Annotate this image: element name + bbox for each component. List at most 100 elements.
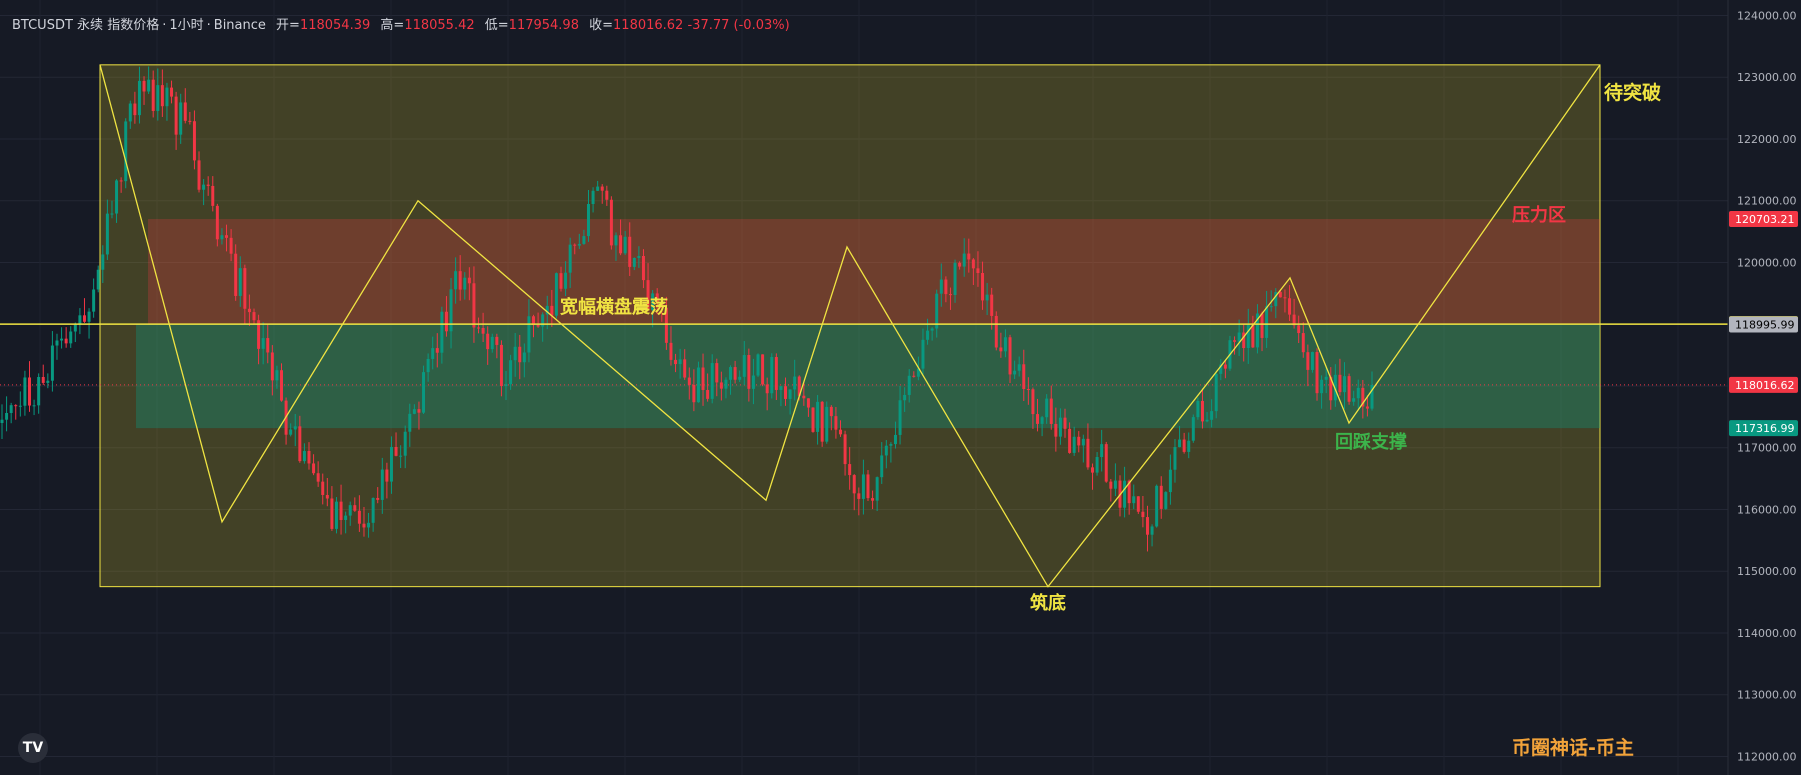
candle-body bbox=[1347, 376, 1351, 402]
candle-body bbox=[994, 315, 998, 348]
candle-body bbox=[174, 96, 178, 135]
candle-body bbox=[985, 294, 989, 301]
candle-body bbox=[678, 359, 682, 365]
candle-body bbox=[431, 348, 435, 359]
candle-body bbox=[499, 344, 503, 387]
candle-body bbox=[770, 357, 774, 394]
candle-body bbox=[321, 481, 325, 495]
contract-label: 永续 bbox=[77, 18, 104, 33]
candle-body bbox=[1343, 376, 1346, 393]
change-percent: (-0.03%) bbox=[733, 18, 790, 33]
candle-body bbox=[23, 377, 27, 406]
candle-body bbox=[1068, 428, 1072, 453]
candle-body bbox=[376, 497, 380, 500]
candle-body bbox=[261, 338, 265, 349]
candle-body bbox=[806, 398, 810, 408]
candle-body bbox=[165, 87, 169, 107]
price-axis-tick-label: 115000.00 bbox=[1737, 565, 1797, 578]
candle-body bbox=[898, 400, 902, 435]
candle-body bbox=[1269, 306, 1273, 308]
candle-body bbox=[133, 103, 137, 116]
high-label: 高= bbox=[380, 18, 405, 33]
candle-body bbox=[55, 340, 59, 346]
close-value: 118016.62 bbox=[613, 18, 684, 33]
candle-body bbox=[477, 327, 481, 329]
candle-body bbox=[101, 254, 105, 270]
candle-body bbox=[142, 80, 146, 92]
tradingview-logo[interactable]: TV bbox=[18, 733, 48, 763]
candle-body bbox=[518, 346, 522, 363]
candle-body bbox=[183, 102, 187, 121]
candle-body bbox=[110, 213, 114, 215]
candle-body bbox=[852, 475, 856, 494]
candle-body bbox=[1100, 444, 1104, 458]
candle-body bbox=[609, 199, 613, 246]
candle-body bbox=[293, 426, 297, 430]
price-axis[interactable]: 112000.00 113000.00 114000.00 115000.00 1160… bbox=[1727, 0, 1801, 775]
candle-body bbox=[1113, 480, 1117, 489]
price-tag-label: 118995.99 bbox=[1735, 318, 1795, 331]
low-value: 117954.98 bbox=[508, 18, 579, 33]
candle-body bbox=[857, 493, 861, 499]
candle-body bbox=[348, 505, 352, 516]
candle-body bbox=[32, 405, 36, 407]
candle-body bbox=[875, 477, 879, 501]
price-chart[interactable]: 112000.00 113000.00 114000.00 115000.00 1160… bbox=[0, 0, 1801, 775]
candle-body bbox=[1320, 379, 1324, 394]
candle-body bbox=[18, 405, 22, 407]
candle-body bbox=[935, 293, 939, 329]
candle-body bbox=[1214, 373, 1218, 412]
candle-body bbox=[339, 501, 343, 520]
candle-body bbox=[871, 498, 875, 501]
candle-body bbox=[422, 372, 426, 413]
price-type-label: 指数价格 bbox=[107, 18, 160, 33]
candle-body bbox=[715, 363, 719, 383]
candle-body bbox=[912, 375, 916, 377]
candle-body bbox=[761, 354, 765, 385]
candle-body bbox=[820, 401, 824, 442]
candle-body bbox=[280, 370, 283, 401]
candle-body bbox=[724, 379, 728, 389]
candle-body bbox=[275, 370, 279, 381]
price-axis-tick-label: 123000.00 bbox=[1737, 71, 1797, 84]
candle-body bbox=[829, 406, 833, 417]
candle-body bbox=[495, 336, 499, 345]
candle-body bbox=[747, 355, 751, 389]
low-label: 低= bbox=[484, 18, 509, 33]
candle-body bbox=[1013, 370, 1017, 375]
candle-body bbox=[962, 253, 966, 267]
candle-body bbox=[1086, 438, 1090, 468]
candle-body bbox=[252, 312, 256, 321]
candle-body bbox=[1278, 292, 1282, 298]
candle-body bbox=[87, 311, 91, 322]
candle-body bbox=[687, 377, 691, 385]
candle-body bbox=[1246, 325, 1250, 349]
candle-body bbox=[316, 473, 320, 482]
price-tag-label: 117316.99 bbox=[1735, 422, 1795, 435]
candle-body bbox=[1210, 411, 1214, 420]
candle-body bbox=[247, 308, 251, 313]
candle-body bbox=[843, 434, 847, 465]
candle-body bbox=[357, 510, 361, 524]
candle-body bbox=[710, 363, 714, 399]
candle-body bbox=[440, 311, 444, 353]
candle-body bbox=[124, 121, 128, 182]
candle-body bbox=[215, 205, 219, 240]
candle-body bbox=[37, 376, 41, 406]
candle-body bbox=[1251, 325, 1255, 348]
interval-label[interactable]: 1小时 bbox=[169, 18, 203, 33]
candle-body bbox=[756, 354, 760, 376]
candle-body bbox=[696, 367, 700, 403]
candle-body bbox=[971, 259, 975, 269]
bottom-annotation: 筑底 bbox=[1030, 593, 1066, 614]
candle-body bbox=[380, 469, 384, 500]
candle-body bbox=[1104, 444, 1108, 482]
candle-body bbox=[1191, 417, 1195, 441]
candle-body bbox=[779, 386, 783, 390]
candle-body bbox=[367, 522, 371, 528]
symbol-label[interactable]: BTCUSDT bbox=[12, 18, 73, 33]
candle-body bbox=[1297, 325, 1301, 334]
candle-body bbox=[371, 497, 375, 523]
candle-body bbox=[266, 338, 270, 353]
candle-body bbox=[729, 367, 733, 380]
